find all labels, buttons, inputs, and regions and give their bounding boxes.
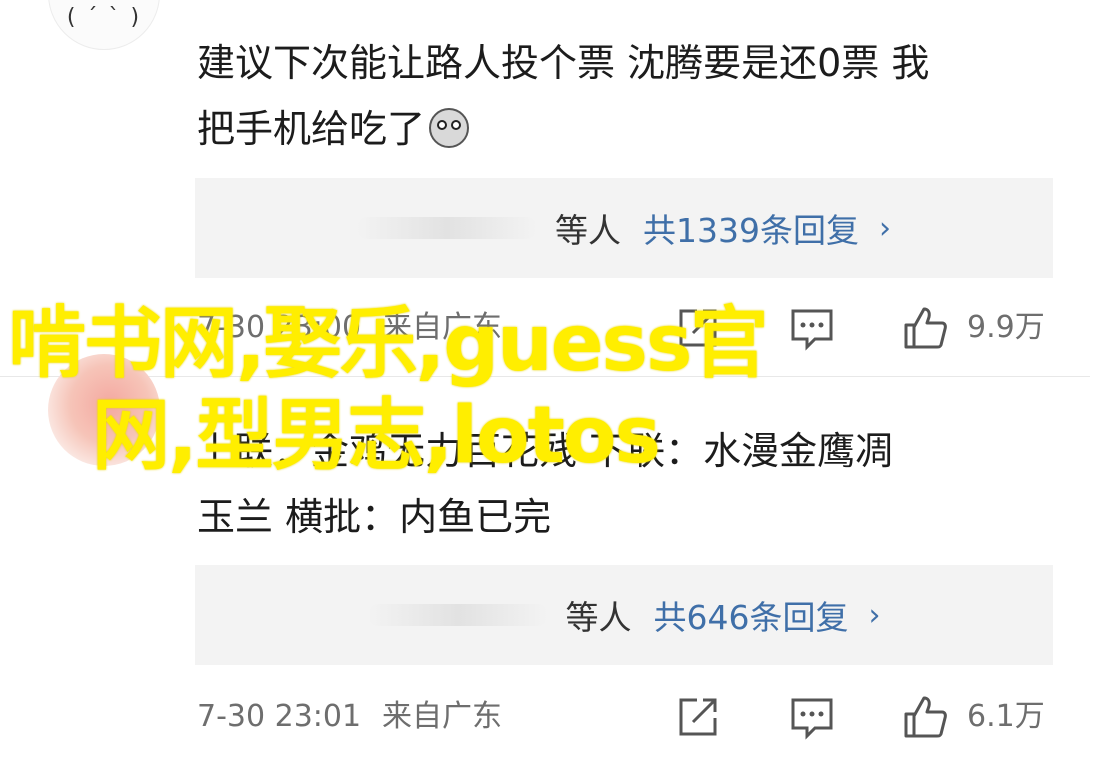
avatar[interactable]: ( ´ ` ) xyxy=(48,0,160,50)
comment-time: 7-30 23:01 xyxy=(197,699,362,734)
comment-text-line: 玉兰 横批：内鱼已完 xyxy=(197,495,552,539)
reply-author-names xyxy=(357,217,537,239)
comment-icon[interactable] xyxy=(789,305,835,351)
replies-expand-button[interactable]: 等人 共1339条回复 › xyxy=(195,178,1053,278)
comment-source: 来自广东 xyxy=(382,310,502,345)
comment-text-line: 上联：金鸡无力百花残 下联：水漫金鹰凋 xyxy=(197,429,894,473)
share-icon[interactable] xyxy=(675,305,721,351)
reply-authors-suffix: 等人 xyxy=(555,211,621,250)
comment-icon[interactable] xyxy=(789,694,835,740)
comment-text: 上联：金鸡无力百花残 下联：水漫金鹰凋 玉兰 横批：内鱼已完 xyxy=(197,418,1067,550)
avatar-face-icon: ( ´ ` ) xyxy=(66,5,142,30)
like-icon[interactable] xyxy=(902,694,948,740)
reply-count: 共1339条回复 xyxy=(643,211,859,250)
chevron-right-icon: › xyxy=(878,210,891,246)
avatar[interactable] xyxy=(48,354,160,466)
share-icon[interactable] xyxy=(675,694,721,740)
reply-author-names xyxy=(367,604,548,626)
comment-text-line: 把手机给吃了 xyxy=(197,96,1067,162)
reply-count: 共646条回复 xyxy=(653,598,849,637)
comment-source: 来自广东 xyxy=(382,699,502,734)
dog-emoji-icon xyxy=(429,108,470,148)
comment-meta: 7-30 23:00 来自广东 9.9万 xyxy=(197,303,1057,353)
divider xyxy=(0,376,1090,377)
comment-text-line: 建议下次能让路人投个票 沈腾要是还0票 我 xyxy=(197,41,930,85)
chevron-right-icon: › xyxy=(868,597,881,633)
reply-authors-suffix: 等人 xyxy=(565,598,632,637)
replies-expand-button[interactable]: 等人 共646条回复 › xyxy=(195,565,1053,665)
comment-meta: 7-30 23:01 来自广东 6.1万 xyxy=(197,692,1057,742)
like-count: 6.1万 xyxy=(967,699,1045,734)
comment-time: 7-30 23:00 xyxy=(197,310,362,345)
comment-text: 建议下次能让路人投个票 沈腾要是还0票 我 把手机给吃了 xyxy=(197,30,1067,162)
like-icon[interactable] xyxy=(902,305,948,351)
like-count: 9.9万 xyxy=(967,310,1045,345)
